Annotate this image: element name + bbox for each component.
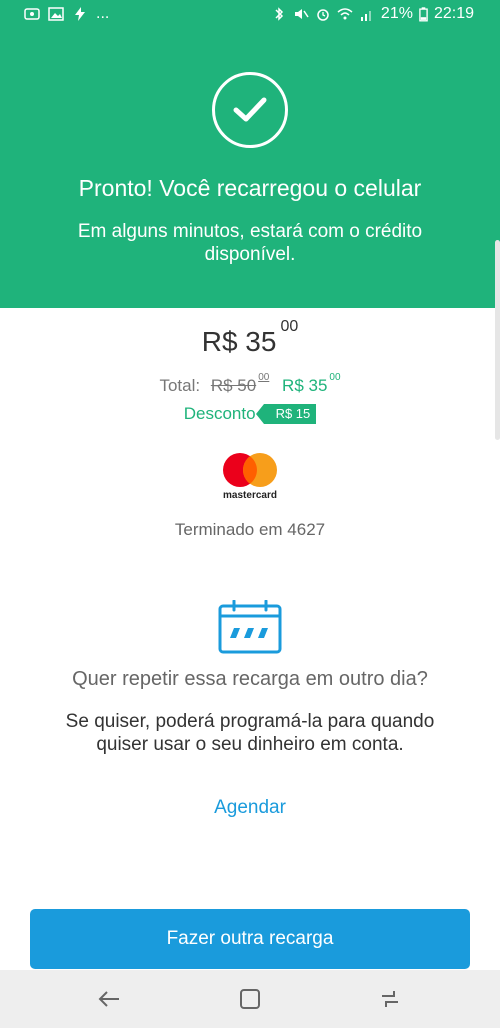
status-more: ...: [96, 5, 110, 22]
schedule-link[interactable]: Agendar: [0, 797, 500, 819]
amount-main: R$ 35: [201, 326, 277, 357]
calendar-icon: [218, 600, 282, 654]
battery-icon: [419, 6, 428, 21]
success-title: Pronto! Você recarregou o celular: [78, 175, 422, 201]
total-row: Total: R$ 50 00 R$ 35 00: [0, 372, 500, 396]
photos-icon: [24, 8, 40, 20]
discount-row: Desconto R$ 15: [0, 404, 500, 424]
wifi-icon: [337, 8, 353, 20]
discount-badge: R$ 15: [255, 404, 317, 424]
back-icon[interactable]: [97, 987, 121, 1011]
clock: 22:19: [433, 5, 474, 22]
recent-apps-icon[interactable]: [378, 987, 402, 1011]
repeat-question: Quer repetir essa recarga em outro dia?: [72, 668, 428, 690]
image-icon: [48, 7, 64, 21]
card-ending: Terminado em 4627: [174, 520, 326, 539]
bluetooth-icon: [275, 7, 283, 21]
mute-icon: [294, 9, 309, 19]
status-bar: ... 21% 22:19: [0, 0, 500, 30]
recharge-amount: R$ 35 00: [0, 318, 500, 358]
card-brand-label: mastercard: [223, 490, 277, 501]
battery-percent: 21%: [380, 5, 413, 22]
new-recharge-button[interactable]: Fazer outra recarga: [30, 909, 470, 969]
flash-icon: [75, 7, 85, 21]
system-nav-bar: [0, 970, 500, 1028]
success-check-icon: [212, 72, 288, 148]
home-icon[interactable]: [238, 987, 262, 1011]
discount-label: Desconto: [183, 404, 256, 423]
amount-cents: 00: [280, 317, 299, 335]
total-label: Total:: [159, 376, 201, 395]
old-price: R$ 50 00: [210, 372, 270, 395]
signal-icon: [360, 11, 371, 21]
alarm-icon: [317, 9, 329, 21]
repeat-description: Se quiser, poderá programá-la para quand…: [65, 711, 435, 755]
success-subtitle: Em alguns minutos, estará com o crédito …: [77, 221, 423, 265]
new-price: R$ 35 00: [282, 372, 341, 395]
